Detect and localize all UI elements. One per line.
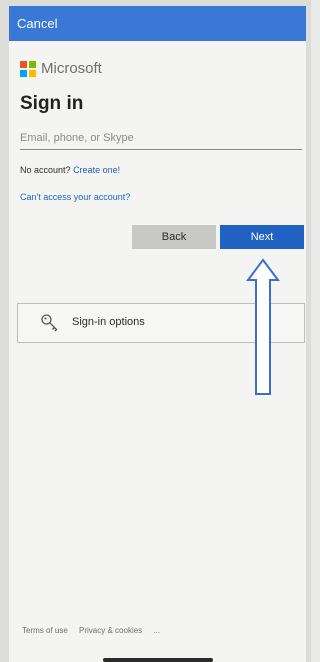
top-bar: Cancel bbox=[9, 6, 306, 41]
cant-access-link[interactable]: Can't access your account? bbox=[20, 192, 130, 202]
email-input[interactable] bbox=[20, 127, 302, 150]
terms-link[interactable]: Terms of use bbox=[22, 626, 68, 635]
more-options-link[interactable]: ... bbox=[153, 626, 160, 635]
page-title: Sign in bbox=[20, 93, 84, 114]
key-icon bbox=[41, 314, 58, 332]
phone-screen: Cancel Microsoft Sign in No account? Cre… bbox=[9, 6, 306, 662]
microsoft-logo-icon bbox=[20, 61, 36, 77]
cancel-link[interactable]: Cancel bbox=[17, 16, 57, 31]
privacy-link[interactable]: Privacy & cookies bbox=[79, 626, 142, 635]
footer: Terms of use Privacy & cookies ... bbox=[22, 626, 169, 635]
signin-options-label: Sign-in options bbox=[72, 316, 145, 328]
up-arrow-icon bbox=[246, 258, 280, 395]
next-button[interactable]: Next bbox=[220, 225, 304, 249]
home-indicator bbox=[103, 658, 213, 662]
photo-frame: Cancel Microsoft Sign in No account? Cre… bbox=[0, 0, 311, 662]
no-account-row: No account? Create one! bbox=[20, 165, 120, 175]
back-button[interactable]: Back bbox=[132, 225, 216, 249]
no-account-text: No account? bbox=[20, 165, 71, 175]
brand-name: Microsoft bbox=[41, 60, 102, 77]
create-account-link[interactable]: Create one! bbox=[73, 165, 120, 175]
